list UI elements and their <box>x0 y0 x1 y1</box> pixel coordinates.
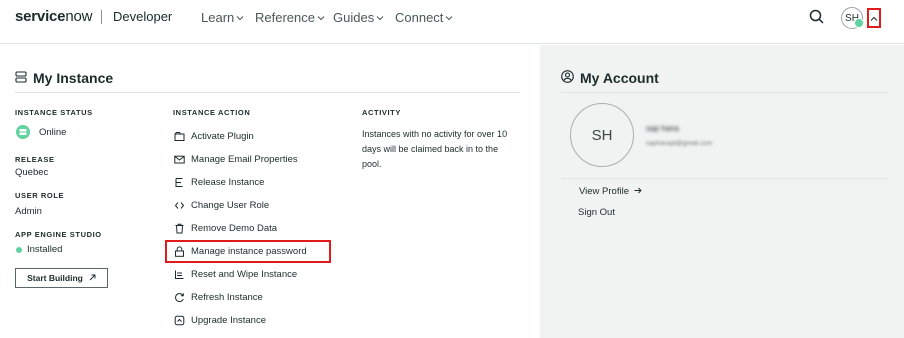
divider <box>561 178 888 179</box>
nav-connect[interactable]: Connect <box>395 10 453 25</box>
start-building-label: Start Building <box>27 273 83 283</box>
refresh-icon <box>173 291 185 303</box>
instance-action-label: INSTANCE ACTION <box>173 108 251 117</box>
user-role-value: Admin <box>15 206 42 217</box>
chevron-up-icon <box>870 9 878 27</box>
release-value: Quebec <box>15 167 49 178</box>
app-engine-studio-label: APP ENGINE STUDIO <box>15 230 102 239</box>
reset-icon <box>173 268 185 280</box>
sign-out-label: Sign Out <box>578 207 615 218</box>
upgrade-icon <box>173 314 185 326</box>
server-icon <box>15 70 33 86</box>
nav-learn-label: Learn <box>201 10 235 25</box>
installed-status-dot <box>16 247 22 253</box>
my-instance-title: My Instance <box>33 70 114 86</box>
user-role-label: USER ROLE <box>15 191 65 200</box>
change-user-role-label: Change User Role <box>191 199 270 211</box>
profile-avatar-initials: SH <box>591 126 613 144</box>
my-instance-heading: My Instance <box>15 70 113 86</box>
my-account-title: My Account <box>580 70 659 86</box>
refresh-instance-action[interactable]: Refresh Instance <box>173 289 263 305</box>
mail-icon <box>173 153 185 165</box>
upgrade-instance-label: Upgrade Instance <box>191 314 266 326</box>
nav-reference[interactable]: Reference <box>255 10 325 25</box>
reset-and-wipe-instance-label: Reset and Wipe Instance <box>191 268 298 280</box>
external-link-icon <box>83 273 96 283</box>
my-account-heading: My Account <box>561 70 659 86</box>
developer-label[interactable]: Developer <box>113 9 172 24</box>
profile-avatar: SH <box>570 103 634 167</box>
app-engine-studio-value: Installed <box>27 244 63 255</box>
manage-email-properties-action[interactable]: Manage Email Properties <box>173 151 298 167</box>
instance-status-value: Online <box>39 127 67 138</box>
activate-plugin-action[interactable]: Activate Plugin <box>173 128 254 144</box>
activity-label: ACTIVITY <box>362 108 401 117</box>
nav-reference-label: Reference <box>255 10 315 25</box>
trash-icon <box>173 222 185 234</box>
user-circle-icon <box>561 70 580 86</box>
chevron-down-icon <box>317 14 325 22</box>
top-header: servicenow Developer Learn Reference Gui… <box>0 0 904 44</box>
instance-status-label: INSTANCE STATUS <box>15 108 93 117</box>
highlight-annotation <box>165 240 331 263</box>
activity-description: Instances with no activity for over 10 d… <box>362 129 508 169</box>
nav-connect-label: Connect <box>395 10 444 25</box>
view-profile-link[interactable]: View Profile <box>579 186 642 197</box>
chevron-down-icon <box>376 14 384 22</box>
search-icon[interactable] <box>808 8 826 26</box>
servicenow-logo[interactable]: servicenow <box>15 8 92 25</box>
change-user-role-action[interactable]: Change User Role <box>173 197 269 213</box>
account-email: saphanapl@gmail.com <box>646 140 713 147</box>
plugin-icon <box>173 130 185 142</box>
remove-demo-data-action[interactable]: Remove Demo Data <box>173 220 277 236</box>
refresh-instance-label: Refresh Instance <box>191 291 263 303</box>
online-status-icon <box>16 125 30 139</box>
start-building-button[interactable]: Start Building <box>15 268 108 288</box>
divider <box>561 92 888 93</box>
reset-and-wipe-instance-action[interactable]: Reset and Wipe Instance <box>173 266 297 282</box>
release-instance-action[interactable]: Release Instance <box>173 174 264 190</box>
instance-status-badge <box>854 18 864 28</box>
activate-plugin-label: Activate Plugin <box>191 130 254 142</box>
nav-guides-label: Guides <box>333 10 375 25</box>
sign-out-link[interactable]: Sign Out <box>578 207 615 218</box>
release-label: RELEASE <box>15 155 55 164</box>
release-instance-label: Release Instance <box>191 176 265 188</box>
nav-guides[interactable]: Guides <box>333 10 384 25</box>
release-icon <box>173 176 185 188</box>
account-menu-toggle[interactable] <box>867 8 881 28</box>
account-name: sap hana <box>646 124 679 133</box>
divider <box>15 92 520 93</box>
remove-demo-data-label: Remove Demo Data <box>191 222 278 234</box>
view-profile-label: View Profile <box>579 186 629 197</box>
code-icon <box>173 199 185 211</box>
upgrade-instance-action[interactable]: Upgrade Instance <box>173 312 266 328</box>
chevron-down-icon <box>236 14 244 22</box>
nav-learn[interactable]: Learn <box>201 10 244 25</box>
arrow-right-icon <box>629 186 642 197</box>
chevron-down-icon <box>445 14 453 22</box>
manage-email-properties-label: Manage Email Properties <box>191 153 298 165</box>
brand-divider <box>101 10 102 24</box>
